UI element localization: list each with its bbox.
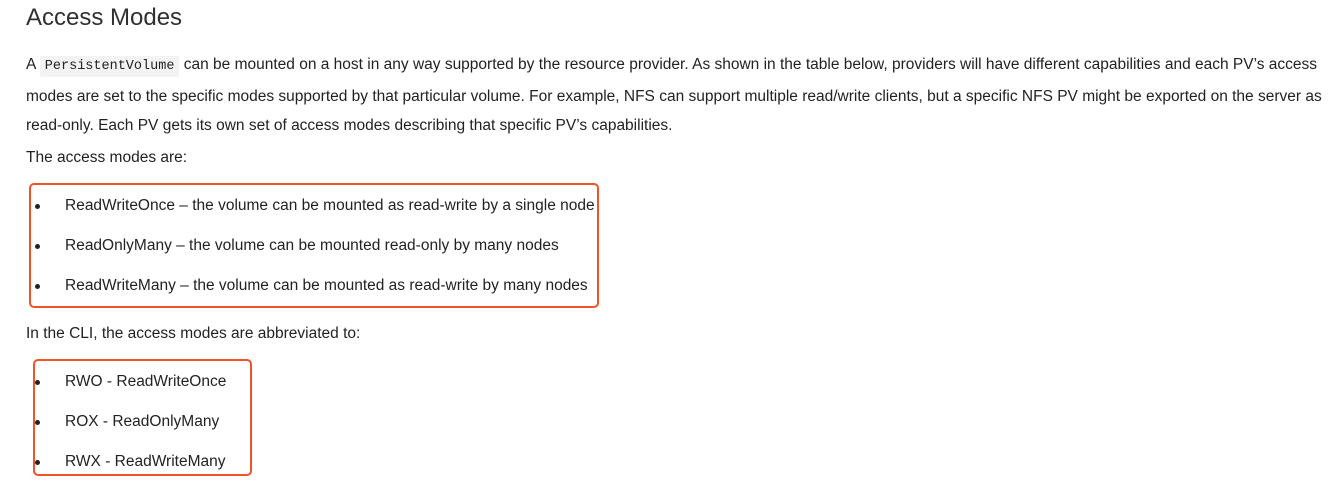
bullet-icon [35,244,40,249]
list-item-text: ReadOnlyMany – the volume can be mounted… [65,237,559,254]
list-item-text: RWO - ReadWriteOnce [65,373,227,390]
list-item-text: ROX - ReadOnlyMany [65,413,220,430]
list-item: ROX - ReadOnlyMany [35,402,245,442]
inline-code-persistentvolume: PersistentVolume [39,56,180,77]
bullet-icon [35,284,40,289]
list-item-text: ReadWriteMany – the volume can be mounte… [65,277,588,294]
list-item: RWX - ReadWriteMany [35,442,245,482]
bullet-icon [35,380,40,385]
abbreviations-lead: In the CLI, the access modes are abbrevi… [26,325,361,342]
intro-prefix: A [26,56,40,73]
list-item: ReadWriteOnce – the volume can be mounte… [35,186,595,226]
bullet-icon [35,204,40,209]
list-item: ReadOnlyMany – the volume can be mounted… [35,226,595,266]
bullet-icon [35,460,40,465]
section-title: Access Modes [26,4,183,31]
abbreviations-list: RWO - ReadWriteOnce ROX - ReadOnlyMany R… [35,362,245,482]
bullet-icon [35,420,40,425]
intro-paragraph: A PersistentVolume can be mounted on a h… [26,50,1326,141]
intro-text: can be mounted on a host in any way supp… [26,56,1322,134]
list-item: ReadWriteMany – the volume can be mounte… [35,266,595,306]
list-item-text: RWX - ReadWriteMany [65,453,226,470]
access-modes-list: ReadWriteOnce – the volume can be mounte… [35,186,595,306]
list-item-text: ReadWriteOnce – the volume can be mounte… [65,197,595,214]
access-modes-lead: The access modes are: [26,149,188,166]
list-item: RWO - ReadWriteOnce [35,362,245,402]
